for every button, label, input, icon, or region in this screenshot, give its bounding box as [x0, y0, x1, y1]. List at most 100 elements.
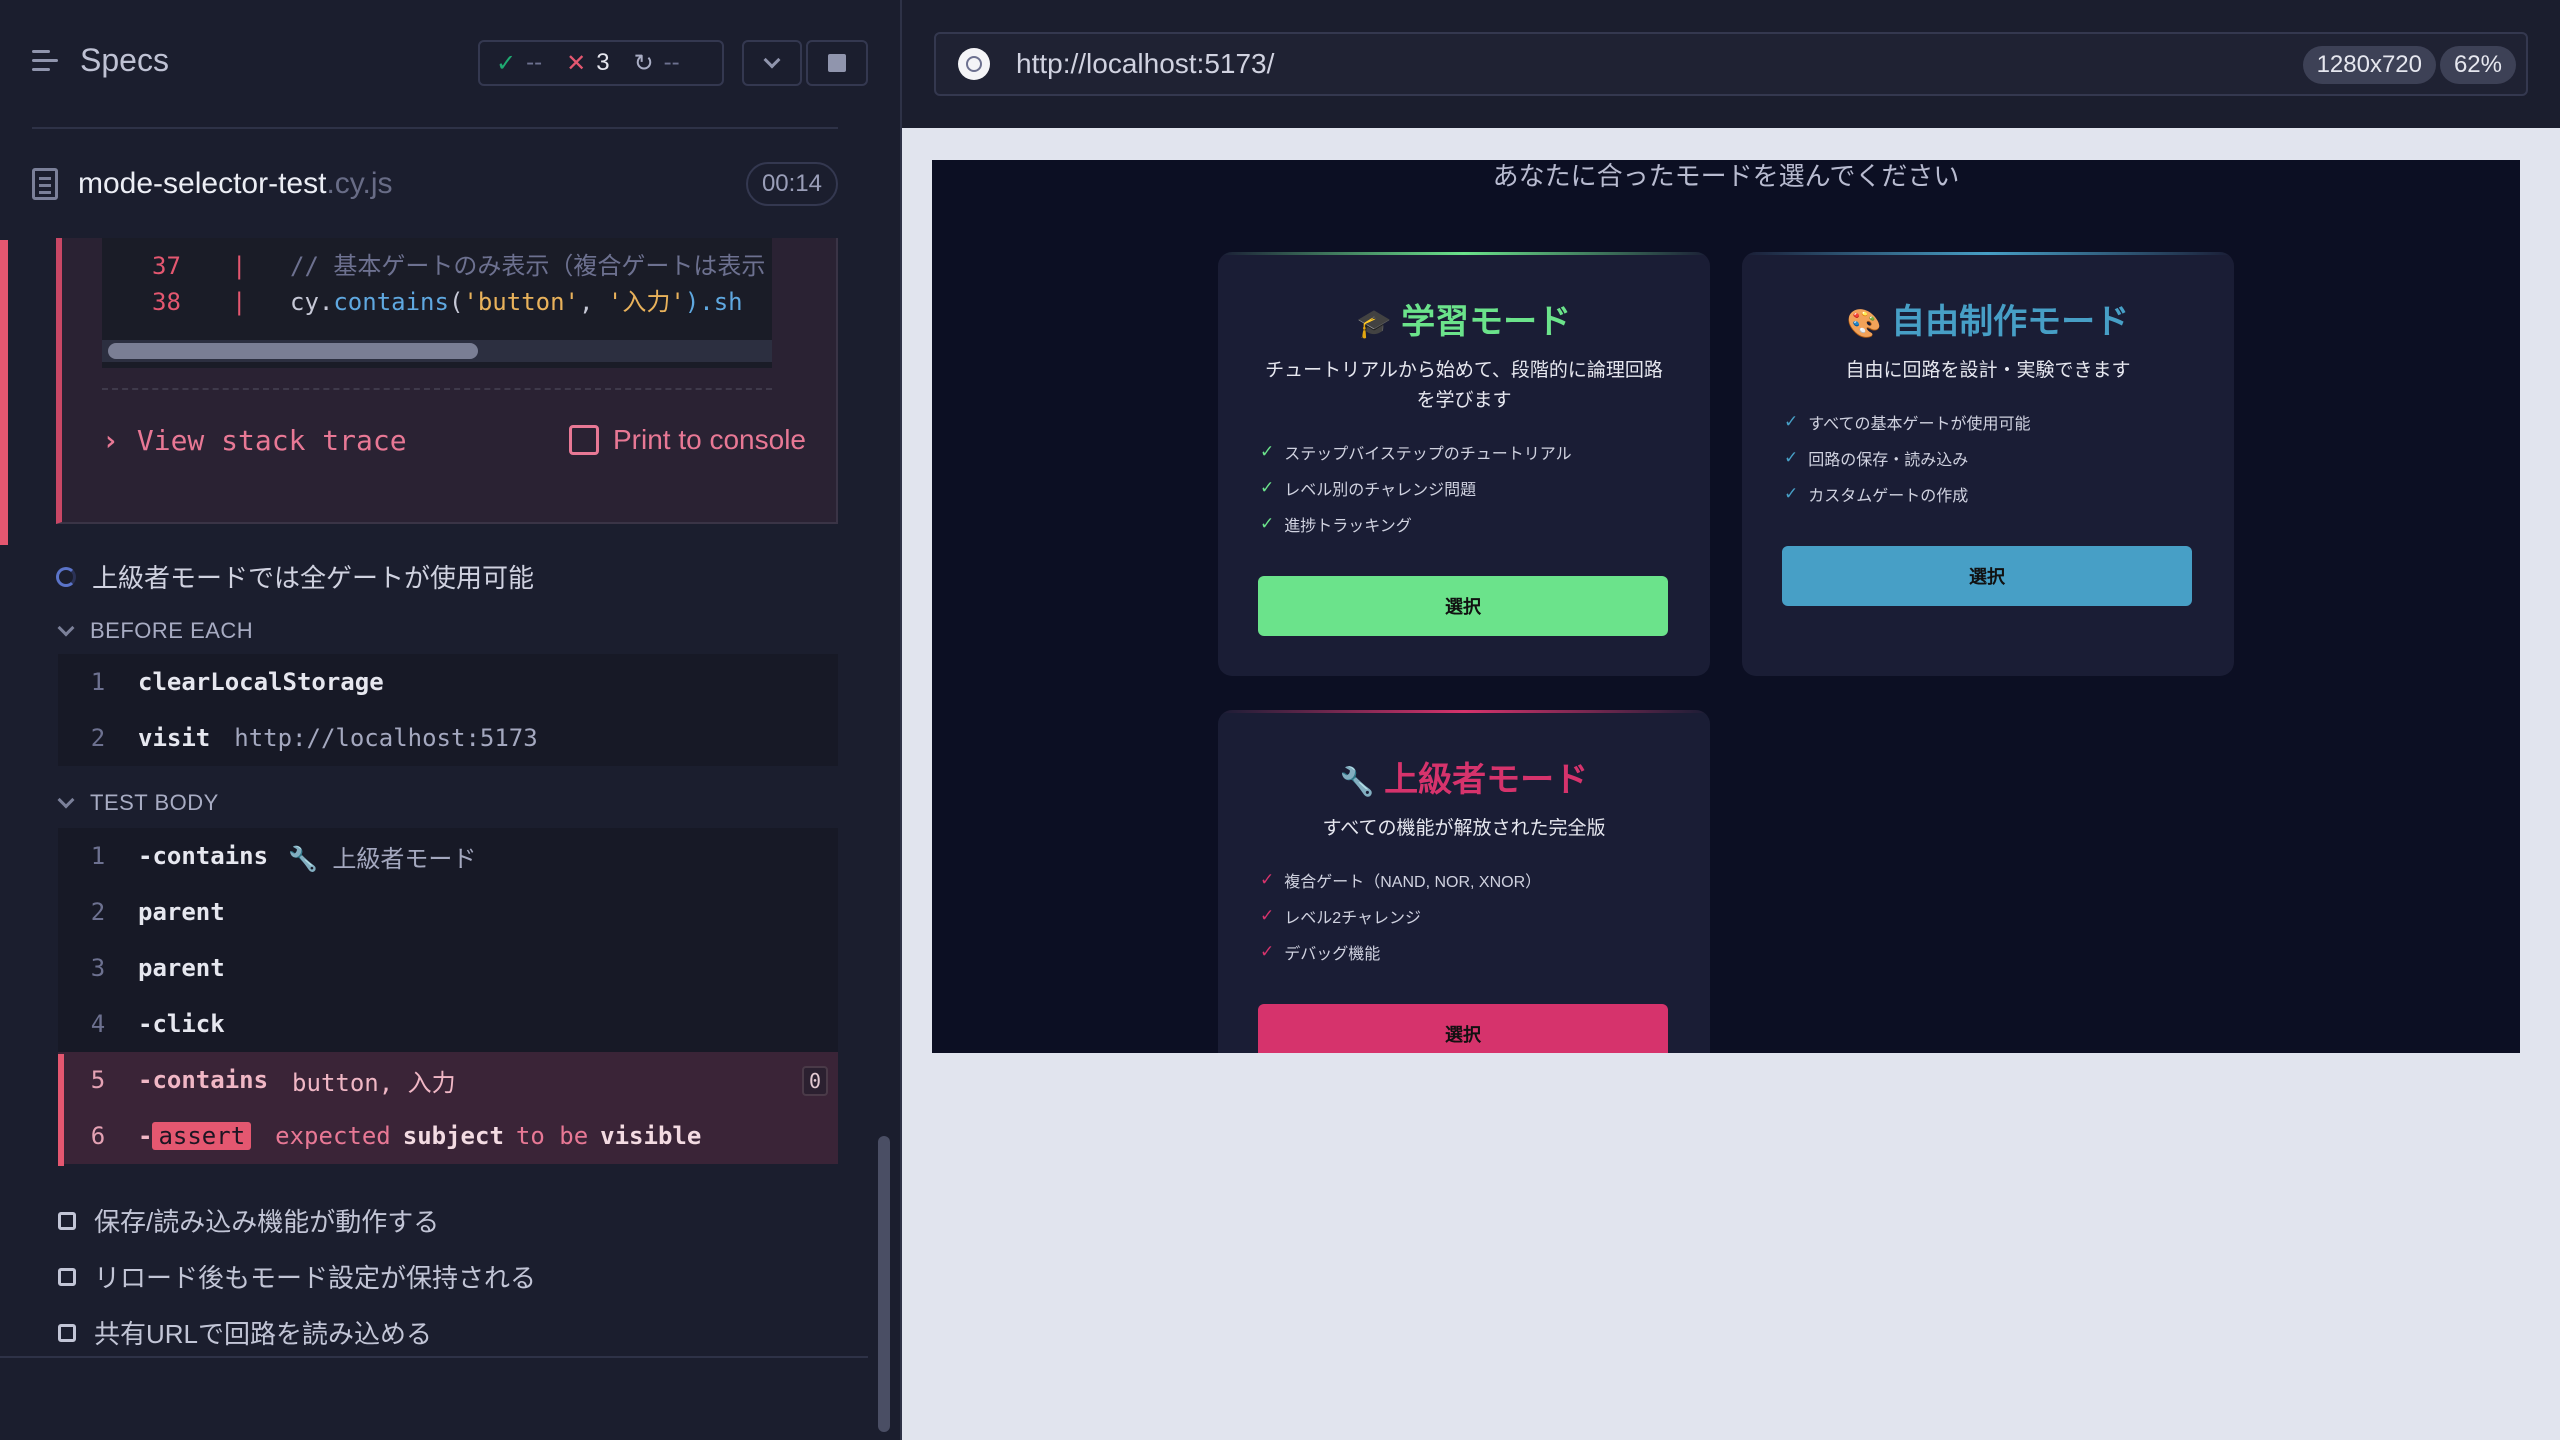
- url-bar[interactable]: http://localhost:5173/ 1280x720 62%: [934, 32, 2528, 96]
- file-icon: [32, 168, 58, 200]
- failed-count: 3: [596, 49, 610, 76]
- command-row-failed[interactable]: 5 -contains button, 入力 0: [58, 1052, 838, 1108]
- bottom-divider: [0, 1356, 868, 1358]
- runner-header: Specs ✓ -- ✕ 3 ↻ --: [0, 0, 868, 130]
- card-description: 自由に回路を設計・実験できます: [1845, 360, 2131, 381]
- view-stack-trace-link[interactable]: › View stack trace: [102, 424, 407, 457]
- aut-preview: http://localhost:5173/ 1280x720 62% あなたに…: [902, 0, 2560, 1440]
- test-title: 共有URLで回路を読み込める: [94, 1319, 433, 1349]
- check-icon: ✓: [1260, 942, 1275, 961]
- feature-list: ✓ すべての基本ゲートが使用可能 ✓ 回路の保存・読み込み ✓ カスタムゲートの作成: [1784, 404, 2031, 512]
- passed-icon: ✓: [496, 49, 517, 77]
- test-title-pending[interactable]: 共有URLで回路を読み込める: [58, 1314, 432, 1351]
- app-subtitle: あなたに合ったモードを選んでください: [1492, 161, 1960, 191]
- print-to-console-button[interactable]: Print to console: [569, 424, 806, 456]
- pending-count: --: [663, 49, 680, 76]
- hook-title: BEFORE EACH: [90, 618, 254, 643]
- select-button-learning[interactable]: 選択: [1258, 576, 1668, 636]
- feature-item: ✓ 進捗トラッキング: [1260, 514, 1412, 535]
- zoom-badge[interactable]: 62%: [2439, 46, 2516, 84]
- mode-card-advanced[interactable]: 🔧 上級者モード すべての機能が解放された完全版 ✓ 複合ゲート（NAND, NO…: [1218, 710, 1710, 1053]
- check-icon: ✓: [1784, 484, 1799, 503]
- chevron-down-icon: [57, 791, 75, 809]
- command-row[interactable]: 3 parent: [58, 940, 838, 996]
- command-row[interactable]: 1 clearLocalStorage: [58, 654, 838, 710]
- console-icon: [569, 425, 599, 455]
- assert-badge: assert: [152, 1122, 252, 1150]
- passed-count: --: [526, 49, 543, 76]
- url-text: http://localhost:5173/: [1016, 48, 1275, 79]
- card-accent-line: [1218, 710, 1710, 713]
- specs-title: Specs: [80, 42, 169, 78]
- feature-item: ✓ レベル別のチャレンジ問題: [1260, 478, 1477, 499]
- card-description: すべての機能が解放された完全版: [1322, 818, 1606, 839]
- feature-list: ✓ ステップバイステップのチュートリアル ✓ レベル別のチャレンジ問題 ✓ 進捗トラッ…: [1260, 434, 1572, 542]
- test-runner-panel: Specs ✓ -- ✕ 3 ↻ -- mode-selector-test .…: [0, 0, 900, 1440]
- chevron-right-icon: ›: [102, 424, 119, 457]
- mode-card-free[interactable]: 🎨 自由制作モード 自由に回路を設計・実験できます ✓ すべての基本ゲートが使用可…: [1742, 252, 2234, 676]
- print-to-console-label: Print to console: [613, 424, 806, 455]
- feature-item: ✓ デバッグ機能: [1260, 942, 1381, 963]
- test-title: 保存/読み込み機能が動作する: [94, 1207, 440, 1237]
- chevron-down-icon: [763, 51, 781, 69]
- code-separator: [102, 388, 772, 390]
- test-title: リロード後もモード設定が保持される: [94, 1263, 537, 1293]
- error-panel: 37 |// 基本ゲートのみ表示（複合ゲートは表示 38 | cy.contains(…: [56, 238, 838, 524]
- test-title-pending[interactable]: リロード後もモード設定が保持される: [58, 1258, 536, 1295]
- failed-command-indicator: [58, 1054, 64, 1166]
- code-scrollbar-thumb[interactable]: [108, 343, 478, 359]
- feature-item: ✓ 複合ゲート（NAND, NOR, XNOR）: [1260, 870, 1542, 891]
- chevron-down-icon: [57, 619, 75, 637]
- view-stack-trace-label: View stack trace: [136, 424, 407, 457]
- stop-icon: [828, 54, 846, 72]
- test-title-pending[interactable]: 保存/読み込み機能が動作する: [58, 1202, 439, 1239]
- feature-item: ✓ レベル2チャレンジ: [1260, 906, 1421, 927]
- hook-test-body[interactable]: TEST BODY: [57, 790, 219, 816]
- specs-list-icon: [32, 48, 62, 74]
- before-each-commands: 1 clearLocalStorage 2 visit http://local…: [58, 654, 838, 766]
- command-row-assert-failed[interactable]: 6 - assert expected subject to be visibl…: [58, 1108, 838, 1164]
- select-button-free[interactable]: 選択: [1782, 546, 2192, 606]
- command-row[interactable]: 1 -contains 🔧 上級者モード: [58, 828, 838, 884]
- auto-scroll-button[interactable]: [742, 40, 802, 86]
- feature-list: ✓ 複合ゲート（NAND, NOR, XNOR） ✓ レベル2チャレンジ ✓ デバッグ…: [1260, 862, 1541, 970]
- pending-square-icon: [58, 1323, 76, 1342]
- pending-square-icon: [58, 1211, 76, 1230]
- select-button-advanced[interactable]: 選択: [1258, 1004, 1668, 1053]
- pending-square-icon: [58, 1267, 76, 1286]
- check-icon: ✓: [1260, 870, 1275, 889]
- test-title-running[interactable]: 上級者モードでは全ゲートが使用可能: [56, 558, 534, 595]
- check-icon: ✓: [1784, 448, 1799, 467]
- feature-item: ✓ すべての基本ゲートが使用可能: [1784, 412, 2031, 433]
- hook-title: TEST BODY: [90, 790, 219, 815]
- spec-file-name[interactable]: mode-selector-test: [78, 167, 326, 201]
- running-spinner-icon: [56, 566, 76, 587]
- viewport-size-badge[interactable]: 1280x720: [2302, 46, 2436, 84]
- pending-icon: ↻: [633, 49, 654, 77]
- failed-icon: ✕: [566, 49, 587, 77]
- card-accent-line: [1218, 252, 1710, 255]
- card-description: チュートリアルから始めて、段階的に論理回路を学びます: [1265, 360, 1663, 411]
- command-row[interactable]: 4 -click: [58, 996, 838, 1052]
- reporter-scrollbar-thumb[interactable]: [878, 1136, 890, 1432]
- code-line: 37 |// 基本ゲートのみ表示（複合ゲートは表示: [152, 252, 766, 280]
- command-row[interactable]: 2 visit http://localhost:5173: [58, 710, 838, 766]
- preview-header: http://localhost:5173/ 1280x720 62%: [902, 0, 2560, 128]
- card-title: 🔧 上級者モード: [1339, 761, 1589, 799]
- hook-before-each[interactable]: BEFORE EACH: [57, 618, 254, 644]
- code-frame: 37 |// 基本ゲートのみ表示（複合ゲートは表示 38 | cy.contains(…: [102, 238, 772, 368]
- card-accent-line: [1742, 252, 2234, 255]
- app-frame: あなたに合ったモードを選んでください 🎓 学習モード チュートリアルから始めて、…: [932, 160, 2520, 1053]
- wrench-icon: 🔧: [1339, 766, 1375, 797]
- command-row[interactable]: 2 parent: [58, 884, 838, 940]
- palette-icon: 🎨: [1846, 308, 1882, 339]
- mode-card-learning[interactable]: 🎓 学習モード チュートリアルから始めて、段階的に論理回路を学びます ✓ ステップ…: [1218, 252, 1710, 676]
- check-icon: ✓: [1784, 412, 1799, 431]
- element-count-badge: 0: [802, 1066, 828, 1096]
- feature-item: ✓ カスタムゲートの作成: [1784, 484, 1969, 505]
- globe-icon: [958, 48, 990, 80]
- stop-button[interactable]: [806, 40, 868, 86]
- test-body-commands: 1 -contains 🔧 上級者モード 2 parent 3 parent 4…: [58, 828, 838, 1164]
- specs-toggle[interactable]: Specs: [32, 42, 169, 79]
- test-stats: ✓ -- ✕ 3 ↻ --: [478, 40, 724, 86]
